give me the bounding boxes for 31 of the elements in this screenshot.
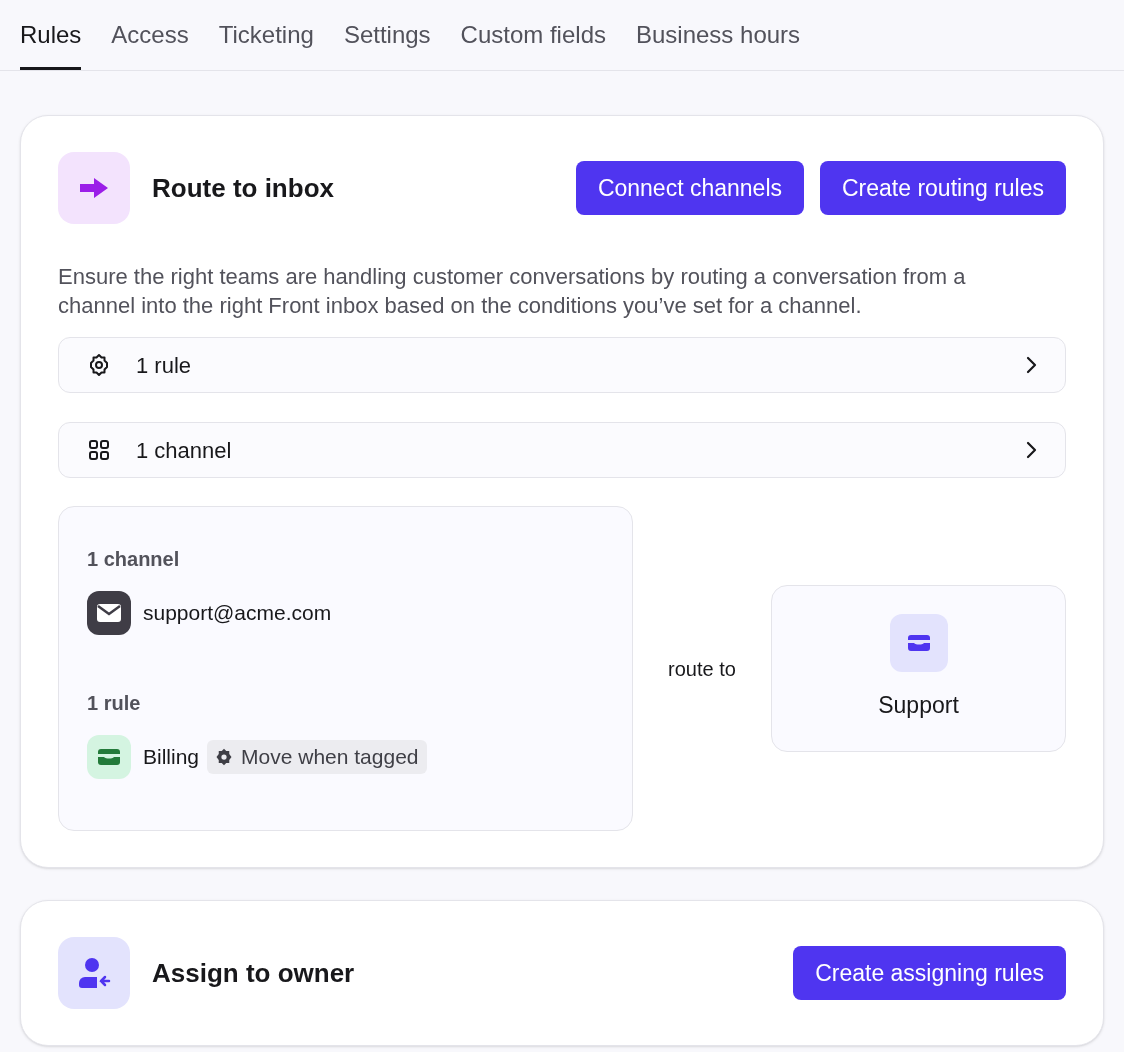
summary-row[interactable]: 1 channel	[58, 422, 1066, 478]
rules-heading: 1 rule	[87, 691, 142, 715]
tab[interactable]: Business hours	[636, 0, 801, 70]
connector-label: route to	[667, 656, 737, 682]
chevron-right-icon	[1025, 356, 1037, 374]
tab[interactable]: Custom fields	[460, 0, 606, 70]
inbox-icon	[96, 747, 122, 767]
tab[interactable]: Settings	[343, 0, 431, 70]
arrow-right-icon	[78, 176, 110, 200]
rule-tag: Move when tagged	[207, 740, 427, 774]
channels-heading: 1 channel	[87, 547, 181, 571]
target-inbox-name: Support	[878, 691, 959, 721]
grid-icon	[87, 438, 111, 462]
primary-button[interactable]: Create assigning rules	[793, 946, 1066, 1000]
channel-address: support@acme.com	[143, 600, 332, 627]
rule-inbox-name: Billing	[143, 744, 200, 771]
primary-button[interactable]: Create routing rules	[820, 161, 1066, 215]
email-channel-icon	[87, 591, 131, 635]
tab[interactable]: Ticketing	[218, 0, 314, 70]
chevron-right-icon	[1025, 441, 1037, 459]
section-title: Assign to owner	[152, 956, 356, 990]
gear-icon	[87, 353, 111, 377]
inbox-icon	[905, 633, 932, 654]
user-arrow-icon	[77, 957, 111, 989]
tab[interactable]: Rules	[20, 0, 82, 70]
gear-icon	[215, 748, 234, 766]
summary-row[interactable]: 1 rule	[58, 337, 1066, 393]
section-description: Ensure the right teams are handling customer conversations by routing a conversation from a channel into the right Front inbox based on the conditions you’ve set for a channel.	[58, 263, 967, 320]
section-title: Route to inbox	[152, 171, 335, 205]
tab[interactable]: Access	[111, 0, 189, 70]
primary-button[interactable]: Connect channels	[575, 161, 804, 215]
